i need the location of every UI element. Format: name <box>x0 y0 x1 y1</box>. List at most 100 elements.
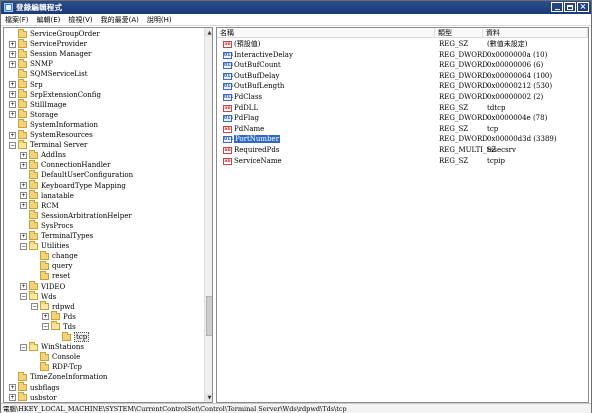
tree-node[interactable]: + SNMP <box>9 58 53 69</box>
value-row[interactable]: 011 PdFlag REG_DWORD 0x0000004e (78) <box>217 113 588 124</box>
menu-file[interactable]: 檔案(F) <box>4 15 30 25</box>
value-row[interactable]: 011 InteractiveDelay REG_DWORD 0x0000000a (… <box>217 50 588 61</box>
expand-icon[interactable]: + <box>20 202 27 210</box>
tree-node[interactable]: + ConnectionHandler <box>20 159 110 170</box>
tree-node[interactable]: SessionArbitrationHelper <box>20 210 132 221</box>
scroll-thumb[interactable] <box>206 296 212 336</box>
tree-node[interactable]: reset <box>31 270 70 281</box>
registry-values-pane[interactable]: 名稱 類型 資料 ab (預設值) REG_SZ (數值未設定) 011 Interact… <box>216 27 589 403</box>
expand-icon[interactable]: + <box>20 151 27 159</box>
close-button[interactable]: × <box>577 2 589 12</box>
tree-node-label: Tds <box>63 322 76 331</box>
tree-node[interactable]: SQMServiceList <box>9 68 88 79</box>
tree-node-label: ServiceProvider <box>30 40 87 49</box>
tree-node[interactable]: + Pds <box>42 311 76 322</box>
expand-icon[interactable]: + <box>9 81 16 88</box>
tree-node[interactable]: + SystemResources <box>9 129 93 140</box>
tree-node[interactable]: − WinStations <box>20 341 84 352</box>
tree-node[interactable]: RDP-Tcp <box>31 361 82 372</box>
minimize-button[interactable] <box>551 2 563 12</box>
tree-node[interactable]: − Tds <box>42 321 76 332</box>
expand-icon[interactable]: + <box>20 161 27 169</box>
expand-icon[interactable]: + <box>20 182 27 189</box>
tree-node[interactable]: SystemInformation <box>9 119 98 130</box>
tree-node[interactable]: + TerminalTypes <box>20 230 93 241</box>
menu-view[interactable]: 檢視(V) <box>67 15 93 25</box>
menu-favorites[interactable]: 我的最愛(A) <box>100 15 140 25</box>
value-row[interactable]: 011 PdClass REG_DWORD 0x00000002 (2) <box>217 92 588 103</box>
maximize-button[interactable] <box>564 2 576 12</box>
collapse-icon[interactable]: − <box>20 242 27 250</box>
expand-icon[interactable]: + <box>9 384 16 391</box>
tree-node[interactable]: + KeyboardType Mapping <box>20 180 126 191</box>
expand-icon[interactable]: + <box>9 60 16 68</box>
expand-icon[interactable]: + <box>9 40 16 48</box>
expand-icon[interactable]: + <box>9 131 16 139</box>
tree-node[interactable]: + usbflags <box>9 382 60 393</box>
expand-icon[interactable]: + <box>9 101 16 109</box>
tree-node[interactable]: − Wds <box>20 291 56 302</box>
collapse-icon[interactable]: − <box>20 293 27 301</box>
expand-icon[interactable]: + <box>9 394 16 402</box>
value-row[interactable]: 011 OutBufCount REG_DWORD 0x00000006 (6) <box>217 60 588 71</box>
tree-node[interactable]: + SrpExtensionConfig <box>9 89 101 100</box>
value-row[interactable]: 011 OutBufLength REG_DWORD 0x00000212 (530) <box>217 81 588 92</box>
value-data: 0x00000064 (100) <box>487 71 553 80</box>
value-row[interactable]: ab (預設值) REG_SZ (數值未設定) <box>217 39 588 50</box>
scroll-down-arrow-icon[interactable]: ▼ <box>205 393 212 402</box>
collapse-icon[interactable]: − <box>42 323 49 331</box>
tree-node[interactable]: SysProcs <box>20 220 73 231</box>
tree-node[interactable]: + RCM <box>20 200 59 211</box>
collapse-icon[interactable]: − <box>9 141 16 149</box>
column-header-type[interactable]: 類型 <box>435 28 483 38</box>
collapse-icon[interactable]: − <box>20 343 27 351</box>
tree-node[interactable]: + usbstor <box>9 392 57 402</box>
expand-icon[interactable]: + <box>20 283 27 290</box>
tree-node[interactable]: ServiceGroupOrder <box>9 28 100 39</box>
value-row[interactable]: ab PdName REG_SZ tcp <box>217 124 588 135</box>
tree-node[interactable]: TimeZoneInformation <box>9 371 107 382</box>
tree-node[interactable]: DefaultUserConfiguration <box>20 169 133 180</box>
tree-node[interactable]: tcp <box>53 331 90 342</box>
registry-tree-pane[interactable]: + usbstor + usbflags TimeZoneInformation RDP-… <box>3 27 213 403</box>
tree-node[interactable]: query <box>31 260 73 271</box>
menu-edit[interactable]: 編輯(E) <box>36 15 62 25</box>
value-row[interactable]: ab ServiceName REG_SZ tcpip <box>217 156 588 167</box>
tree-node[interactable]: + Srp <box>9 79 43 90</box>
tree-node[interactable]: + Session Manager <box>9 48 91 59</box>
column-header-name[interactable]: 名稱 <box>217 28 435 38</box>
expand-icon[interactable]: + <box>9 111 16 119</box>
expand-icon[interactable]: + <box>20 192 27 200</box>
scroll-up-arrow-icon[interactable]: ▲ <box>205 28 212 37</box>
tree-node[interactable]: − rdpwd <box>31 301 75 312</box>
expand-icon[interactable]: + <box>9 91 16 99</box>
tree-node[interactable]: change <box>31 250 78 261</box>
tree-node[interactable]: + ServiceProvider <box>9 38 87 49</box>
value-row[interactable]: ab RequiredPds REG_MULTI_SZ tssecsrv <box>217 145 588 156</box>
title-bar[interactable]: 登錄編輯程式 × <box>1 1 591 14</box>
expand-icon[interactable]: + <box>42 313 49 321</box>
tree-node[interactable]: + lanatable <box>20 190 74 201</box>
value-row[interactable]: 011 OutBufDelay REG_DWORD 0x00000064 (100) <box>217 71 588 82</box>
column-header-data[interactable]: 資料 <box>483 28 588 38</box>
tree-node[interactable]: Console <box>31 351 80 362</box>
value-name-text: RequiredPds <box>234 146 280 154</box>
tree-vertical-scrollbar[interactable]: ▲ ▼ <box>204 28 212 402</box>
value-row[interactable]: 011 PortNumber REG_DWORD 0x00000d3d (3389) <box>217 134 588 145</box>
tree-node[interactable]: − Terminal Server <box>9 139 87 150</box>
tree-node-label: query <box>52 262 73 271</box>
expand-icon[interactable]: + <box>9 50 16 58</box>
tree-node-label: RCM <box>41 201 59 210</box>
menu-help[interactable]: 說明(H) <box>146 15 173 25</box>
folder-icon <box>29 200 38 210</box>
value-row[interactable]: ab PdDLL REG_SZ tdtcp <box>217 103 588 114</box>
tree-node[interactable]: + Storage <box>9 109 58 120</box>
tree-node[interactable]: + VIDEO <box>20 281 65 292</box>
folder-icon <box>18 48 27 58</box>
expand-icon[interactable]: + <box>20 232 27 240</box>
tree-node[interactable]: + AddIns <box>20 149 66 160</box>
tree-node[interactable]: + StillImage <box>9 99 67 110</box>
collapse-icon[interactable]: − <box>31 303 38 311</box>
tree-node[interactable]: − Utilities <box>20 240 69 251</box>
folder-icon <box>18 89 27 99</box>
